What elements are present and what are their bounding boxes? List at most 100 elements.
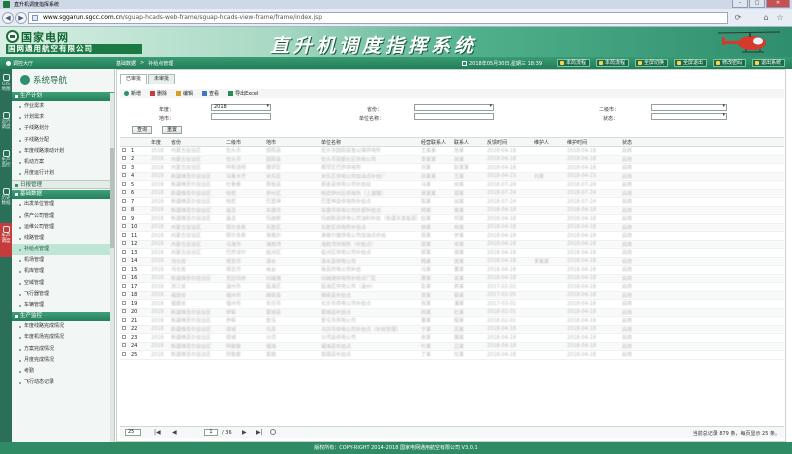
table-row[interactable]: 24 2018 新疆维吾尔自治区 阿勒泰 福海 福海县补给点 叶某 吕某 2018-04-18 2… [120, 342, 784, 351]
table-row[interactable]: 21 2018 新疆维吾尔自治区 伊犁 奎屯 奎屯市供电公司 董某 程某 2018-02-01 2… [120, 316, 784, 326]
table-row[interactable]: 17 2018 浙江省 温州市 瓯海区 瓯海区供电公司（温州） 彭某 蒋某 2017-02-01… [120, 282, 784, 292]
row-checkbox[interactable] [120, 257, 128, 266]
nav-item[interactable]: 飞行器管理 [12, 289, 114, 300]
checkbox[interactable] [122, 317, 126, 322]
column-header[interactable]: 地市 [263, 138, 318, 147]
tab-approved[interactable]: 已审批 [120, 74, 148, 84]
nav-item[interactable]: 年度机场完成情况 [12, 332, 114, 343]
row-checkbox[interactable] [120, 214, 128, 224]
checkbox[interactable] [122, 275, 126, 280]
page-number-input[interactable]: 1 [204, 429, 218, 436]
checkbox[interactable] [122, 309, 126, 314]
checkbox[interactable] [122, 215, 126, 220]
row-checkbox[interactable] [120, 240, 128, 249]
favorites-icon[interactable]: ☆ [774, 12, 786, 24]
row-checkbox[interactable] [120, 333, 128, 343]
row-checkbox[interactable] [120, 172, 128, 181]
row-checkbox[interactable] [120, 350, 128, 360]
back-button[interactable]: ◀ [2, 12, 14, 24]
column-header[interactable]: 反馈时间 [484, 138, 531, 147]
nav-item[interactable]: 子线路划分 [12, 123, 114, 134]
checkbox[interactable] [122, 249, 126, 254]
nav-item[interactable]: 出发单位管理 [12, 199, 114, 210]
first-page-icon[interactable]: |◀ [154, 429, 161, 436]
checkbox[interactable] [122, 241, 126, 246]
checkbox[interactable] [122, 266, 126, 271]
module-production-monitor[interactable]: 生产监控 [0, 147, 12, 181]
nav-item[interactable]: 作业需求 [12, 101, 114, 112]
refresh-page-icon[interactable] [270, 429, 276, 435]
add-button[interactable]: 新增 [124, 90, 141, 97]
page-size-select[interactable]: 25 [125, 429, 141, 436]
maximize-button[interactable]: □ [749, 0, 765, 8]
nav-item[interactable]: 机库管理 [12, 266, 114, 277]
row-checkbox[interactable] [120, 274, 128, 283]
table-row[interactable]: 12 2018 内蒙古自治区 乌海市 海勃湾 海勃湾供电所（补给点） 梁某 宋某 2018-04… [120, 240, 784, 249]
checkbox[interactable] [122, 292, 126, 297]
table-row[interactable]: 23 2018 新疆维吾尔自治区 塔城 沙湾 沙湾县供电公司 余某 魏某 2018-04-18 2… [120, 333, 784, 343]
table-row[interactable]: 18 2018 福建省 福州市 闽侯县 闽侯县补给点 曾某 蔡某 2017-02-05 2018-… [120, 291, 784, 300]
row-checkbox[interactable] [120, 155, 128, 164]
column-header[interactable]: 联系人 [451, 138, 484, 147]
checkbox[interactable] [122, 300, 126, 305]
row-checkbox[interactable] [120, 299, 128, 309]
checkbox[interactable] [122, 351, 126, 356]
nav-item[interactable]: 飞行动态记录 [12, 377, 114, 388]
nav-item[interactable]: 车辆管理 [12, 300, 114, 311]
row-checkbox[interactable] [120, 308, 128, 317]
nav-group-daily-report[interactable]: 日报管理 [12, 180, 114, 190]
module-operation-dispatch[interactable]: 运行调度 [0, 109, 12, 143]
nav-group-basic-data[interactable]: 基础数据 [12, 190, 114, 200]
refresh-icon[interactable]: ⟳ [732, 12, 744, 24]
nav-group-production-plan[interactable]: 生产计划 [12, 92, 114, 101]
nav-item[interactable]: 机场管理 [12, 255, 114, 266]
logout-button[interactable]: 退出系统 [752, 59, 786, 67]
status-select[interactable] [651, 113, 727, 120]
checkbox[interactable] [122, 326, 126, 331]
export-excel-button[interactable]: 导出Excel [228, 90, 258, 97]
nav-item[interactable]: 空域管理 [12, 278, 114, 289]
row-checkbox[interactable] [120, 180, 128, 190]
fullscreen-button[interactable]: 全屏切换 [635, 59, 669, 67]
home-icon[interactable]: ⌂ [760, 12, 772, 24]
checkbox[interactable] [122, 283, 126, 288]
nav-item[interactable]: 月度运行计划 [12, 168, 114, 179]
year-select[interactable]: 2018 [211, 104, 271, 111]
column-header[interactable]: 二级市 [223, 138, 263, 147]
nav-item[interactable]: 线路管理 [12, 233, 114, 244]
module-history-data[interactable]: 历史数据 [0, 185, 12, 219]
checkbox[interactable] [122, 173, 126, 178]
forward-button[interactable]: ▶ [15, 12, 27, 24]
city-select[interactable] [651, 104, 727, 111]
checkbox[interactable] [122, 147, 126, 152]
nav-item[interactable]: 考勤 [12, 366, 114, 377]
checkbox[interactable] [122, 224, 126, 229]
row-checkbox[interactable] [120, 146, 128, 156]
minimize-button[interactable]: – [732, 0, 748, 8]
checkbox[interactable] [122, 334, 126, 339]
checkbox[interactable] [122, 156, 126, 161]
nav-item[interactable]: 月度完成情况 [12, 355, 114, 366]
tab-unapproved[interactable]: 未审批 [148, 74, 176, 84]
nav-item[interactable]: 供产公司管理 [12, 211, 114, 222]
change-password-button[interactable]: 修改密码 [713, 59, 747, 67]
reset-button[interactable]: 重置 [162, 126, 182, 134]
table-row[interactable]: 2 2018 内蒙古自治区 包头市 固阳县 包头市昆都仑区供电公司 李某某 张某 2018-04… [120, 155, 784, 164]
nav-item[interactable]: 方案完成情况 [12, 344, 114, 355]
module-production-dispatch[interactable]: 生产调度 [0, 223, 12, 257]
row-checkbox[interactable] [120, 342, 128, 351]
table-row[interactable]: 6 2018 新疆维吾尔自治区 哈密 伊州区 哈密伊州区供电所（上湖镇） 吴某某 郑某 2018… [120, 189, 784, 198]
table-row[interactable]: 10 2018 内蒙古自治区 鄂尔多斯 东胜区 东胜区供电所补给点 徐某 林某 2018-04-… [120, 223, 784, 232]
checkbox[interactable] [122, 190, 126, 195]
checkbox[interactable] [122, 181, 126, 186]
nav-item[interactable]: 年度线路滚动计划 [12, 146, 114, 157]
column-header[interactable]: 省份 [168, 138, 223, 147]
row-checkbox[interactable] [120, 265, 128, 275]
table-row[interactable]: 9 2018 新疆维吾尔自治区 昌吉 玛纳斯 玛纳斯县供电公司油料补给（新疆天富能源） 赵某… [120, 214, 784, 224]
row-checkbox[interactable] [120, 223, 128, 232]
table-row[interactable]: 19 2018 福建省 福州市 长乐市 长乐市供电公司补给点 肖某 潘某 2017-03-01 2… [120, 299, 784, 309]
column-header[interactable]: 状态 [619, 138, 784, 147]
column-header[interactable]: 年度 [148, 138, 168, 147]
close-button[interactable]: ✕ [766, 0, 790, 8]
last-page-icon[interactable]: ▶| [256, 429, 263, 436]
